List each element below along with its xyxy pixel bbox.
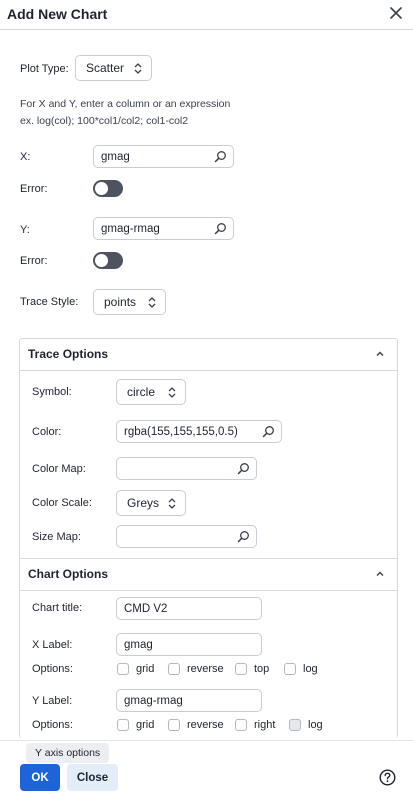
checkbox[interactable] xyxy=(284,663,296,675)
size-map-input[interactable] xyxy=(116,525,257,548)
x-option-top[interactable]: top xyxy=(235,663,269,675)
close-icon[interactable] xyxy=(387,4,405,22)
checkbox-label: grid xyxy=(136,719,155,731)
x-error-label: Error: xyxy=(20,183,48,195)
y-error-label: Error: xyxy=(20,255,48,267)
help-icon[interactable] xyxy=(379,769,396,786)
color-value: rgba(155,155,155,0.5) xyxy=(124,425,238,438)
checkbox[interactable] xyxy=(168,663,180,675)
y-option-right[interactable]: right xyxy=(235,719,275,731)
symbol-value: circle xyxy=(127,385,156,399)
checkbox-label: grid xyxy=(136,663,155,675)
panel-divider xyxy=(20,370,397,371)
trace-options-title: Trace Options xyxy=(28,347,109,361)
checkbox[interactable] xyxy=(235,719,247,731)
dialog-title: Add New Chart xyxy=(7,6,108,22)
search-icon[interactable] xyxy=(214,150,227,163)
x-label-input[interactable]: gmag xyxy=(116,633,262,656)
color-scale-value: Greys xyxy=(127,496,160,510)
color-map-input[interactable] xyxy=(116,457,257,480)
y-column-value: gmag-rmag xyxy=(101,222,160,235)
checkbox[interactable] xyxy=(289,719,301,731)
color-scale-select[interactable]: Greys xyxy=(116,490,186,516)
options-panel: Trace Options Symbol: circle Color: rgba… xyxy=(19,338,398,738)
x-option-reverse[interactable]: reverse xyxy=(168,663,224,675)
x-option-grid[interactable]: grid xyxy=(117,663,154,675)
color-label: Color: xyxy=(32,426,62,438)
chevron-updown-icon xyxy=(167,386,177,399)
search-icon[interactable] xyxy=(262,425,275,438)
checkbox-label: top xyxy=(254,663,270,675)
x-label-label: X Label: xyxy=(32,639,73,651)
toggle-knob xyxy=(95,254,108,267)
x-label: X: xyxy=(20,151,31,163)
close-button[interactable]: Close xyxy=(67,764,118,791)
symbol-select[interactable]: circle xyxy=(116,379,186,405)
instructions-line-2: ex. log(col); 100*col1/col2; col1-col2 xyxy=(20,115,189,127)
y-label-input[interactable]: gmag-rmag xyxy=(116,689,262,712)
checkbox-label: log xyxy=(308,719,323,731)
checkbox-label: right xyxy=(254,719,276,731)
y-options-label: Options: xyxy=(32,719,73,731)
trace-style-value: points xyxy=(104,295,137,309)
x-error-toggle[interactable] xyxy=(93,180,123,197)
x-column-input[interactable]: gmag xyxy=(93,145,234,168)
y-label: Y: xyxy=(20,224,30,236)
y-option-log[interactable]: log xyxy=(289,719,323,731)
plot-type-label: Plot Type: xyxy=(20,63,69,75)
symbol-label: Symbol: xyxy=(32,386,72,398)
chevron-up-icon[interactable] xyxy=(375,349,385,359)
checkbox[interactable] xyxy=(235,663,247,675)
chevron-up-icon[interactable] xyxy=(375,569,385,579)
size-map-label: Size Map: xyxy=(32,531,81,543)
chart-title-value: CMD V2 xyxy=(124,602,168,615)
y-column-input[interactable]: gmag-rmag xyxy=(93,217,234,240)
trace-options-header[interactable]: Trace Options xyxy=(20,339,397,370)
x-option-log[interactable]: log xyxy=(284,663,318,675)
chevron-updown-icon xyxy=(147,296,157,309)
checkbox-label: reverse xyxy=(187,719,224,731)
footer-divider xyxy=(0,740,413,741)
checkbox-label: reverse xyxy=(187,663,224,675)
color-map-label: Color Map: xyxy=(32,463,86,475)
chart-options-header[interactable]: Chart Options xyxy=(20,559,397,590)
panel-divider xyxy=(20,590,397,591)
chevron-updown-icon xyxy=(133,62,143,75)
y-label-label: Y Label: xyxy=(32,695,73,707)
x-column-value: gmag xyxy=(101,150,130,163)
trace-style-select[interactable]: points xyxy=(93,289,166,315)
x-options-label: Options: xyxy=(32,663,73,675)
x-label-value: gmag xyxy=(124,638,153,651)
chart-title-input[interactable]: CMD V2 xyxy=(116,597,262,620)
color-scale-label: Color Scale: xyxy=(32,497,92,509)
dialog-titlebar: Add New Chart xyxy=(0,0,413,30)
search-icon[interactable] xyxy=(214,222,227,235)
chart-options-title: Chart Options xyxy=(28,567,108,581)
y-option-grid[interactable]: grid xyxy=(117,719,154,731)
chevron-updown-icon xyxy=(167,497,177,510)
plot-type-value: Scatter xyxy=(86,61,125,75)
y-error-toggle[interactable] xyxy=(93,252,123,269)
y-option-reverse[interactable]: reverse xyxy=(168,719,224,731)
checkbox[interactable] xyxy=(117,719,129,731)
trace-style-label: Trace Style: xyxy=(20,296,79,308)
plot-type-select[interactable]: Scatter xyxy=(75,55,152,81)
checkbox[interactable] xyxy=(168,719,180,731)
checkbox[interactable] xyxy=(117,663,129,675)
search-icon[interactable] xyxy=(237,462,250,475)
color-input[interactable]: rgba(155,155,155,0.5) xyxy=(116,420,282,443)
checkbox-label: log xyxy=(303,663,318,675)
tooltip: Y axis options xyxy=(26,743,110,763)
chart-title-label: Chart title: xyxy=(32,602,83,614)
ok-button[interactable]: OK xyxy=(20,764,60,791)
toggle-knob xyxy=(95,182,108,195)
y-label-value: gmag-rmag xyxy=(124,694,183,707)
instructions-line-1: For X and Y, enter a column or an expres… xyxy=(20,98,231,110)
search-icon[interactable] xyxy=(237,530,250,543)
